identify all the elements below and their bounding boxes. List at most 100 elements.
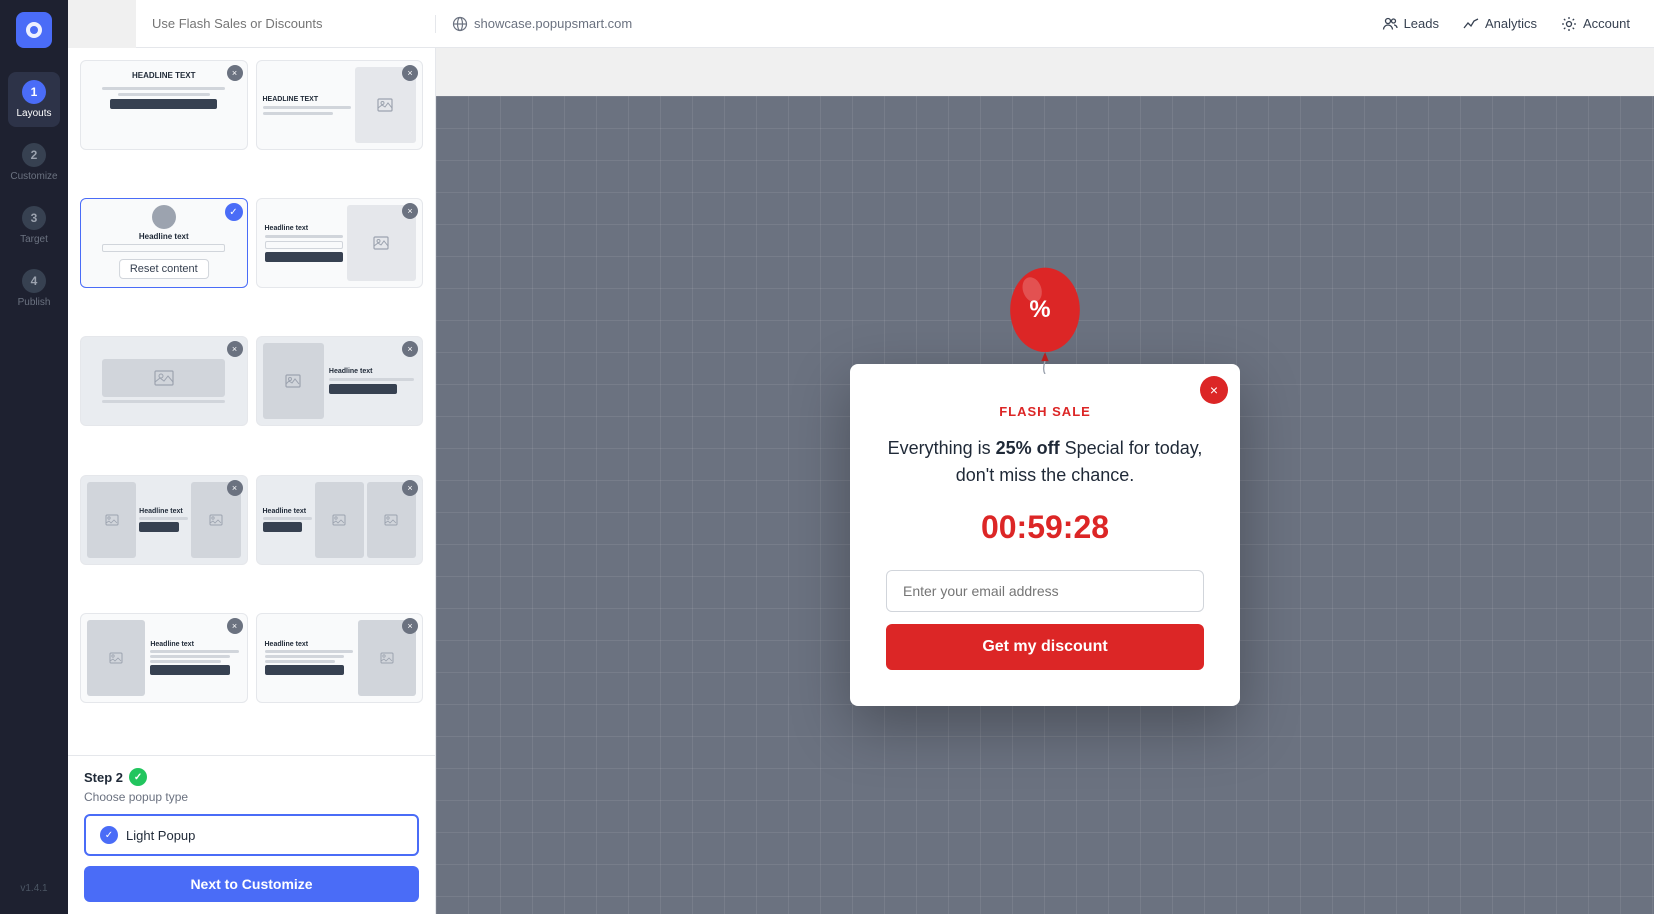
layout-card-2[interactable]: HEADLINE TEXT × (256, 60, 424, 150)
url-area: showcase.popupsmart.com (436, 16, 1358, 32)
analytics-nav[interactable]: Analytics (1463, 16, 1537, 32)
reset-content-button[interactable]: Reset content (119, 259, 209, 279)
sidebar-step-customize[interactable]: 2 Customize (8, 135, 60, 190)
lc5-image (102, 359, 225, 397)
step2-text: Step 2 (84, 770, 123, 785)
layout-card-10[interactable]: Headline text × (256, 613, 424, 703)
canvas: % × FLASH SALE Everything is 25% off Spe… (436, 96, 1654, 914)
lc8-close-icon: × (402, 480, 418, 496)
lc5-bar (102, 400, 225, 403)
url-text: showcase.popupsmart.com (474, 16, 632, 31)
search-input[interactable] (152, 16, 419, 31)
lc4-btn (265, 252, 343, 262)
step1-label: Layouts (16, 108, 51, 119)
popup-cta-button[interactable]: Get my discount (886, 624, 1204, 670)
lc1-close-icon: × (227, 65, 243, 81)
leads-icon (1382, 16, 1398, 32)
step4-number: 4 (22, 269, 46, 293)
lc9-headline: Headline text (150, 641, 238, 648)
sidebar-nav: 1 Layouts 2 Customize 3 Target 4 Publish… (0, 0, 68, 914)
layouts-grid: HEADLINE TEXT × HEADLINE TEXT (68, 48, 435, 755)
panel-bottom: Step 2 ✓ Choose popup type ✓ Light Popup… (68, 755, 435, 914)
leads-label: Leads (1404, 16, 1439, 31)
popup-modal: % × FLASH SALE Everything is 25% off Spe… (850, 364, 1240, 706)
step3-label: Target (20, 234, 48, 245)
lc10-text: Headline text (263, 620, 355, 696)
version-label: v1.4.1 (20, 883, 47, 902)
layout-card-1[interactable]: HEADLINE TEXT × (80, 60, 248, 150)
step2-number: 2 (22, 143, 46, 167)
svg-text:%: % (1029, 296, 1050, 323)
lc10-bar1 (265, 650, 353, 653)
lc7-img1 (87, 482, 136, 558)
lc10-bar3 (265, 660, 336, 663)
lc1-bar1 (102, 87, 225, 90)
lc10-close-icon: × (402, 618, 418, 634)
lc4-left: Headline text (263, 205, 345, 281)
lc8-headline: Headline text (263, 508, 312, 515)
step3-number: 3 (22, 206, 46, 230)
lc2-bar2 (263, 112, 333, 115)
layout-card-9[interactable]: Headline text × (80, 613, 248, 703)
lc8-btn (263, 522, 302, 532)
step2-sublabel: Choose popup type (84, 790, 419, 804)
popup-type-selector[interactable]: ✓ Light Popup (84, 814, 419, 856)
lc8-img1 (315, 482, 364, 558)
header-right: Leads Analytics Account (1358, 16, 1654, 32)
popup-tag: FLASH SALE (886, 404, 1204, 419)
app-logo[interactable] (16, 12, 52, 48)
popup-content: FLASH SALE Everything is 25% off Special… (850, 364, 1240, 706)
popup-headline-bold: 25% off (996, 438, 1060, 458)
lc1-headline: HEADLINE TEXT (87, 67, 241, 84)
step2-check-icon: ✓ (129, 768, 147, 786)
popup-type-label: Light Popup (126, 828, 195, 843)
lc9-bar1 (150, 650, 238, 653)
analytics-label: Analytics (1485, 16, 1537, 31)
popup-close-button[interactable]: × (1200, 376, 1228, 404)
lc6-headline: Headline text (329, 368, 414, 375)
sidebar-step-publish[interactable]: 4 Publish (8, 261, 60, 316)
lc3-headline: Headline text (139, 232, 189, 241)
lc9-close-icon: × (227, 618, 243, 634)
layout-card-7[interactable]: Headline text × (80, 475, 248, 565)
search-area (136, 15, 436, 33)
lc3-input (102, 244, 225, 252)
layout-card-5[interactable]: × (80, 336, 248, 426)
popup-email-input[interactable] (886, 570, 1204, 612)
lc1-btn (110, 99, 217, 109)
lc7-bar (139, 517, 188, 520)
step1-number: 1 (22, 80, 46, 104)
leads-nav[interactable]: Leads (1382, 16, 1439, 32)
balloon-icon: % (1000, 264, 1090, 374)
step4-label: Publish (18, 297, 51, 308)
sidebar-step-layouts[interactable]: 1 Layouts (8, 72, 60, 127)
popup-type-check-icon: ✓ (100, 826, 118, 844)
lc7-close-icon: × (227, 480, 243, 496)
lc10-headline: Headline text (265, 641, 353, 648)
lc6-bar (329, 378, 414, 381)
lc7-text: Headline text (139, 482, 188, 558)
lc10-btn (265, 665, 344, 675)
lc9-btn (150, 665, 229, 675)
analytics-icon (1463, 16, 1479, 32)
lc9-bar3 (150, 660, 221, 663)
account-nav[interactable]: Account (1561, 16, 1630, 32)
layout-card-4[interactable]: Headline text × (256, 198, 424, 288)
lc5-close-icon: × (227, 341, 243, 357)
lc6-btn (329, 384, 397, 394)
lc6-image (263, 343, 324, 419)
lc8-bar (263, 517, 312, 520)
layout-card-3[interactable]: Headline text ✓ Reset content (80, 198, 248, 288)
lc3-avatar (152, 205, 176, 229)
lc4-input (265, 241, 343, 249)
layout-card-8[interactable]: Headline text × (256, 475, 424, 565)
gear-icon (1561, 16, 1577, 32)
lc3-check-icon: ✓ (225, 203, 243, 221)
step2-label: Customize (10, 171, 57, 182)
layout-card-6[interactable]: Headline text × (256, 336, 424, 426)
next-to-customize-button[interactable]: Next to Customize (84, 866, 419, 902)
lc7-btn (139, 522, 178, 532)
lc2-bar1 (263, 106, 351, 109)
sidebar-step-target[interactable]: 3 Target (8, 198, 60, 253)
lc4-headline: Headline text (265, 225, 343, 232)
